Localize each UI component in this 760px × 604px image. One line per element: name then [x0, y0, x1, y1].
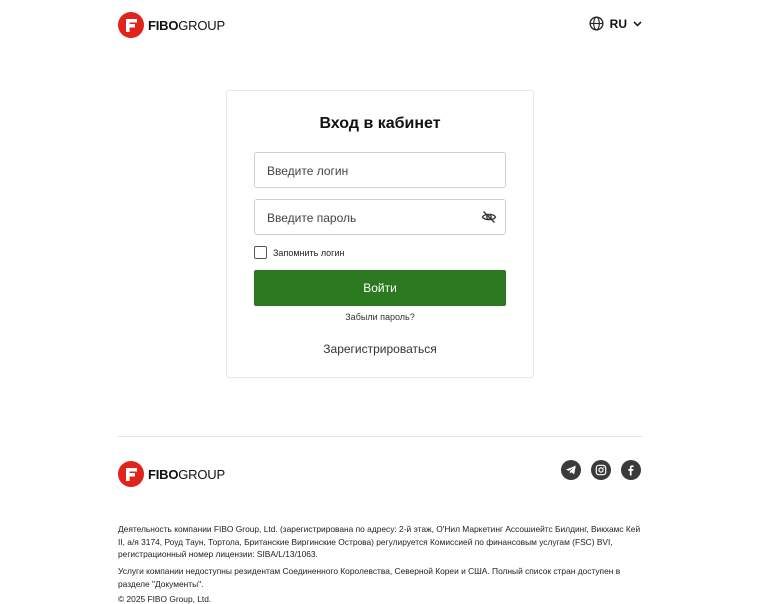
login-submit-button[interactable]: Войти — [254, 270, 506, 306]
register-link[interactable]: Зарегистрироваться — [227, 342, 533, 356]
forgot-password-link[interactable]: Забыли пароль? — [227, 312, 533, 322]
header-logo[interactable]: FIBOGROUP — [118, 12, 225, 38]
fibogroup-logo-icon — [118, 461, 144, 487]
facebook-icon[interactable] — [621, 460, 641, 480]
password-field — [254, 199, 506, 236]
login-input[interactable] — [265, 153, 479, 189]
legal-text-restrictions: Услуги компании недоступны резидентам Со… — [118, 566, 621, 589]
telegram-icon[interactable] — [561, 460, 581, 480]
copyright: © 2025 FIBO Group, Ltd. — [118, 594, 212, 604]
fibogroup-logo-icon — [118, 12, 144, 38]
logo-text: FIBOGROUP — [148, 17, 225, 33]
chevron-down-icon — [633, 20, 642, 27]
remember-login-label[interactable]: Запомнить логин — [273, 248, 344, 258]
social-links — [561, 460, 641, 480]
password-input[interactable] — [265, 200, 479, 236]
login-card: Вход в кабинет Запомнить логин Войти Заб… — [226, 90, 534, 378]
footer-logo[interactable]: FIBOGROUP — [118, 461, 225, 487]
legal-text-regulation: Деятельность компании FIBO Group, Ltd. (… — [118, 524, 641, 560]
header: FIBOGROUP RU — [118, 12, 642, 40]
remember-login-checkbox[interactable] — [254, 246, 267, 259]
language-code: RU — [609, 16, 627, 31]
login-field — [254, 152, 506, 189]
logo-text: FIBOGROUP — [148, 466, 225, 482]
language-selector[interactable]: RU — [589, 16, 642, 31]
login-title: Вход в кабинет — [319, 115, 441, 132]
remember-login: Запомнить логин — [254, 246, 344, 259]
hide-password-icon[interactable] — [481, 209, 497, 230]
globe-icon — [589, 16, 604, 31]
instagram-icon[interactable] — [591, 460, 611, 480]
footer-divider — [118, 436, 642, 437]
